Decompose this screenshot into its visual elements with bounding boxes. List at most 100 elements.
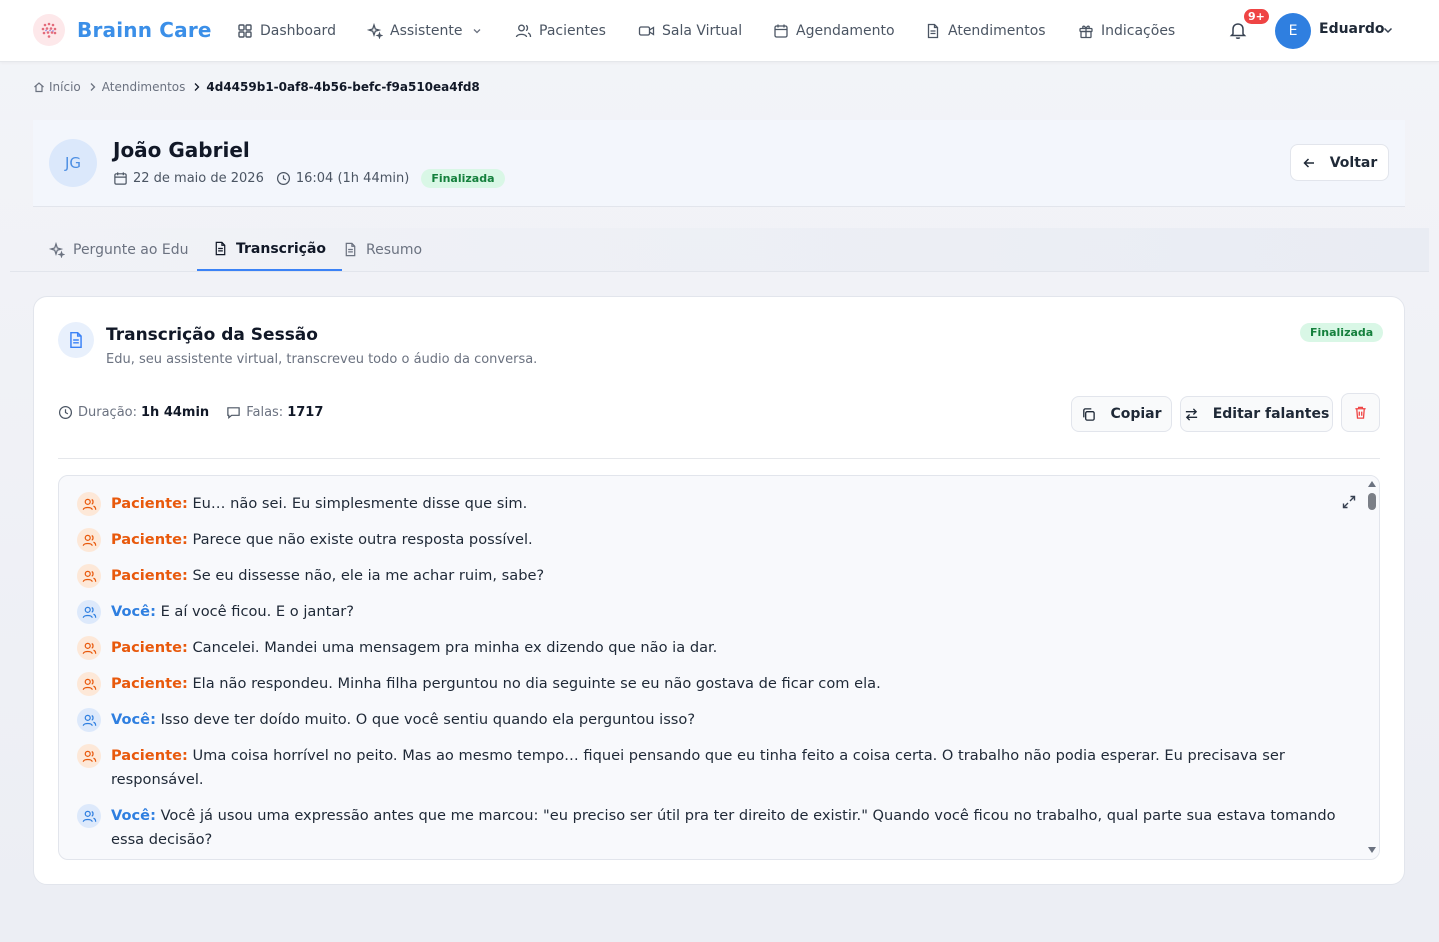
document-icon [215, 241, 226, 256]
speaker-label: Paciente: [111, 531, 188, 548]
breadcrumb: Início Atendimentos 4d4459b1-0af8-4b56-b… [33, 80, 480, 94]
back-button[interactable]: Voltar [1290, 144, 1389, 181]
edit-speakers-label: Editar falantes [1212, 406, 1330, 422]
transcript-line-text: Paciente: Se eu dissesse não, ele ia me … [111, 564, 544, 588]
tab-pergunte-ao-edu[interactable]: Pergunte ao Edu [33, 228, 204, 271]
swap-arrows-icon [1185, 407, 1197, 421]
back-button-label: Voltar [1329, 154, 1378, 171]
transcript-card: Transcrição da Sessão Edu, seu assistent… [33, 296, 1405, 885]
nav-atendimentos[interactable]: Atendimentos [925, 20, 1046, 42]
patient-speaker-icon [77, 636, 101, 660]
expand-icon[interactable] [1341, 494, 1357, 510]
nav-dashboard-label: Dashboard [260, 23, 336, 39]
you-speaker-icon [77, 600, 101, 624]
nav-indicacoes-label: Indicações [1101, 23, 1176, 39]
patient-name: João Gabriel [113, 138, 250, 162]
nav-pacientes-label: Pacientes [539, 23, 606, 39]
patient-speaker-icon [77, 744, 101, 768]
document-icon [927, 23, 939, 39]
speaker-label: Você: [111, 807, 156, 824]
utterance: Cancelei. Mandei uma mensagem pra minha … [192, 639, 718, 656]
speaker-label: Paciente: [111, 495, 188, 512]
transcript-box[interactable]: Paciente: Eu… não sei. Eu simplesmente d… [58, 475, 1380, 860]
calendar-icon [114, 172, 127, 185]
transcript-document-icon [58, 322, 94, 358]
breadcrumb-home[interactable]: Início [33, 80, 81, 94]
calendar-icon [774, 24, 788, 38]
speaker-label: Paciente: [111, 639, 188, 656]
user-name[interactable]: Eduardo [1319, 21, 1385, 37]
nav-dashboard[interactable]: Dashboard [237, 20, 336, 42]
nav-assistente[interactable]: Assistente [367, 20, 489, 42]
sparkles-icon [367, 23, 383, 39]
speaker-label: Paciente: [111, 747, 188, 764]
chevron-right-icon [90, 83, 96, 91]
utterance: Se eu dissesse não, ele ia me achar ruim… [192, 567, 545, 584]
scrollbar[interactable] [1365, 476, 1379, 859]
transcript-stats: Duração: 1h 44min Falas: 1717 [58, 405, 340, 420]
sparkles-icon [49, 241, 65, 258]
tab-transcript-label: Transcrição [236, 240, 327, 257]
user-avatar[interactable]: E [1275, 13, 1311, 49]
delete-button[interactable] [1341, 393, 1380, 432]
chevron-right-icon [194, 83, 200, 91]
tab-transcricao[interactable]: Transcrição [197, 228, 343, 271]
speaker-label: Você: [111, 603, 156, 620]
nav-pacientes[interactable]: Pacientes [515, 20, 606, 42]
patient-speaker-icon [77, 672, 101, 696]
transcript-line: Paciente: Se eu dissesse não, ele ia me … [77, 564, 1349, 588]
session-date: 22 de maio de 2026 [133, 171, 264, 186]
breadcrumb-atendimentos[interactable]: Atendimentos [102, 80, 186, 94]
edit-speakers-button[interactable]: Editar falantes [1180, 396, 1333, 432]
breadcrumb-current: 4d4459b1-0af8-4b56-befc-f9a510ea4fd8 [206, 80, 480, 94]
copy-button[interactable]: Copiar [1071, 396, 1172, 432]
session-time: 16:04 (1h 44min) [295, 171, 410, 186]
patient-avatar: JG [49, 139, 97, 187]
duration-value: 1h 44min [141, 405, 210, 420]
nav-agendamento[interactable]: Agendamento [773, 20, 895, 42]
transcript-line-text: Você: E aí você ficou. E o jantar? [111, 600, 354, 624]
home-icon [34, 82, 44, 93]
users-icon [515, 24, 532, 38]
lines-label: Falas: [246, 405, 284, 420]
user-menu-toggle[interactable] [1382, 24, 1394, 36]
scroll-up-arrow[interactable] [1368, 481, 1376, 487]
scroll-thumb[interactable] [1368, 493, 1376, 510]
transcript-lines: Paciente: Eu… não sei. Eu simplesmente d… [77, 492, 1349, 859]
utterance: Ela não respondeu. Minha filha perguntou… [192, 675, 881, 692]
transcript-status-badge: Finalizada [1300, 323, 1384, 342]
utterance: Parece que não existe outra resposta pos… [192, 531, 533, 548]
nav-indicacoes[interactable]: Indicações [1078, 20, 1175, 42]
transcript-line-text: Você: Isso deve ter doído muito. O que v… [111, 708, 695, 732]
patient-speaker-icon [77, 564, 101, 588]
you-speaker-icon [77, 708, 101, 732]
breadcrumb-home-label: Início [49, 80, 81, 94]
message-icon [227, 407, 240, 419]
nav-sala-virtual-label: Sala Virtual [662, 23, 743, 39]
transcript-line: Você: Isso deve ter doído muito. O que v… [77, 708, 1349, 732]
tab-summary-label: Resumo [366, 241, 423, 258]
brain-logo-icon [33, 14, 65, 46]
chevron-down-icon [473, 29, 481, 34]
utterance: Eu… não sei. Eu simplesmente disse que s… [192, 495, 528, 512]
lines-value: 1717 [287, 405, 324, 420]
speaker-label: Você: [111, 711, 156, 728]
clock-icon [276, 171, 290, 186]
transcript-line-text: Você: Você já usou uma expressão antes q… [111, 804, 1349, 852]
transcript-line: Paciente: Uma coisa horrível no peito. M… [77, 744, 1349, 792]
duration-label: Duração: [78, 405, 138, 420]
speaker-label: Paciente: [111, 675, 188, 692]
scroll-down-arrow[interactable] [1368, 847, 1376, 853]
notification-badge: 9+ [1242, 7, 1271, 26]
breadcrumb-section-label: Atendimentos [101, 80, 186, 94]
brand[interactable]: Brainn Care [33, 14, 212, 46]
tab-resumo[interactable]: Resumo [327, 228, 438, 271]
transcript-subtitle: Edu, seu assistente virtual, transcreveu… [106, 352, 538, 367]
nav-agendamento-label: Agendamento [796, 23, 895, 39]
patient-header: JG João Gabriel 22 de maio de 2026 16:04… [33, 120, 1405, 207]
status-badge: Finalizada [421, 169, 505, 188]
nav-sala-virtual[interactable]: Sala Virtual [638, 20, 742, 42]
transcript-line-text: Paciente: Parece que não existe outra re… [111, 528, 533, 552]
grid-icon [238, 24, 252, 38]
transcript-line-text: Paciente: Eu… não sei. Eu simplesmente d… [111, 492, 527, 516]
